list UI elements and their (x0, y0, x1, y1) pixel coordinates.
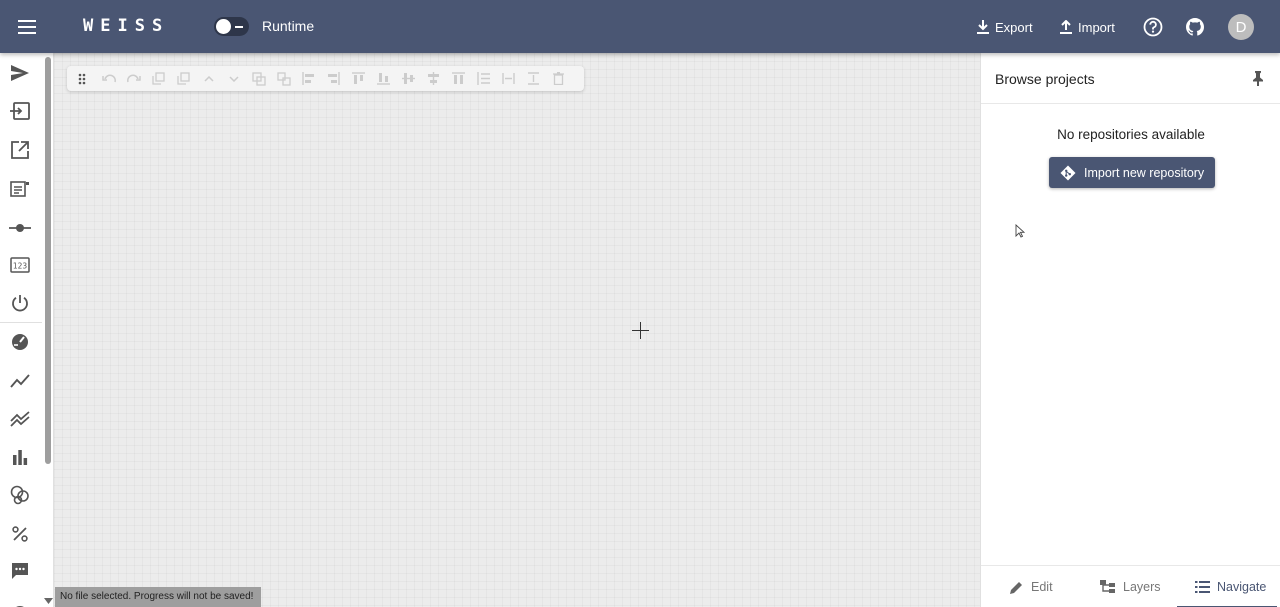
menu-icon[interactable] (14, 14, 40, 40)
more-widget-icon[interactable] (8, 597, 32, 607)
align-center-horizontal-icon[interactable] (401, 71, 416, 86)
distribute-horizontal-icon[interactable] (451, 71, 466, 86)
gauge-icon[interactable] (8, 330, 32, 354)
undo-icon[interactable] (101, 71, 116, 86)
export-button[interactable]: Export (977, 15, 1033, 39)
open-in-new-icon[interactable] (8, 138, 32, 162)
tab-layers-label: Layers (1123, 580, 1161, 594)
copy-icon[interactable] (151, 71, 166, 86)
download-icon (977, 20, 989, 34)
user-avatar[interactable]: D (1228, 14, 1254, 40)
sidebar-divider (0, 322, 42, 323)
pin-icon[interactable] (1249, 69, 1267, 87)
svg-text:123: 123 (13, 262, 28, 271)
multi-line-chart-icon[interactable] (8, 407, 32, 431)
panel-tabs: Edit Layers Navigate (981, 565, 1280, 607)
chevron-up-icon[interactable] (201, 71, 216, 86)
tab-edit-label: Edit (1031, 580, 1053, 594)
canvas-toolbar (67, 66, 584, 91)
paste-icon[interactable] (176, 71, 191, 86)
upload-icon (1060, 20, 1072, 34)
empty-state-text: No repositories available (1057, 127, 1205, 142)
import-label: Import (1078, 19, 1115, 35)
input-icon[interactable] (8, 99, 32, 123)
list-icon (1195, 581, 1210, 593)
align-bottom-icon[interactable] (376, 71, 391, 86)
app-logo: WEISS (83, 16, 170, 36)
panel-title: Browse projects (995, 71, 1095, 87)
form-icon[interactable] (8, 177, 32, 201)
tab-navigate[interactable]: Navigate (1177, 566, 1277, 607)
editor-canvas[interactable]: No file selected. Progress will not be s… (54, 53, 980, 607)
percent-icon[interactable] (8, 522, 32, 546)
projects-panel: Browse projects No repositories availabl… (980, 53, 1280, 607)
help-icon[interactable] (1141, 15, 1165, 39)
layers-tree-icon (1100, 580, 1115, 593)
delete-icon[interactable] (551, 71, 566, 86)
align-top-icon[interactable] (351, 71, 366, 86)
toggle-off-indicator (235, 26, 243, 28)
ungroup-icon[interactable] (276, 71, 291, 86)
tab-navigate-label: Navigate (1217, 580, 1267, 594)
mouse-pointer-icon (1015, 224, 1025, 238)
widget-sidebar: 123 (0, 53, 54, 607)
message-icon[interactable] (8, 559, 32, 583)
pencil-icon (1010, 581, 1022, 594)
expand-width-icon[interactable] (501, 71, 516, 86)
slider-icon[interactable] (8, 216, 32, 240)
import-button[interactable]: Import (1060, 15, 1115, 39)
import-repository-label: Import new repository (1084, 165, 1205, 180)
chevron-down-icon[interactable] (226, 71, 241, 86)
bar-chart-icon[interactable] (8, 445, 32, 469)
expand-height-icon[interactable] (526, 71, 541, 86)
github-icon[interactable] (1183, 15, 1207, 39)
import-repository-button[interactable]: Import new repository (1049, 157, 1215, 188)
numeric-input-icon[interactable]: 123 (8, 253, 32, 277)
redo-icon[interactable] (126, 71, 141, 86)
line-chart-icon[interactable] (8, 369, 32, 393)
git-icon (1060, 165, 1076, 180)
bubbles-icon[interactable] (8, 483, 32, 507)
distribute-vertical-icon[interactable] (476, 71, 491, 86)
toggle-knob (216, 19, 231, 34)
export-label: Export (995, 19, 1033, 35)
power-icon[interactable] (8, 291, 32, 315)
crosshair-cursor-icon (632, 322, 649, 339)
panel-header: Browse projects (981, 53, 1280, 104)
align-right-icon[interactable] (326, 71, 341, 86)
runtime-label: Runtime (262, 18, 315, 34)
align-center-vertical-icon[interactable] (426, 71, 441, 86)
tab-edit[interactable]: Edit (1009, 566, 1053, 607)
runtime-toggle[interactable] (214, 17, 249, 36)
scroll-down-arrow-icon[interactable] (42, 596, 53, 606)
sidebar-scrollbar[interactable] (45, 57, 51, 464)
send-icon[interactable] (8, 61, 32, 85)
drag-handle-icon[interactable] (74, 71, 89, 86)
status-message: No file selected. Progress will not be s… (55, 587, 261, 607)
group-icon[interactable] (251, 71, 266, 86)
tab-layers[interactable]: Layers (1100, 566, 1161, 607)
app-header: WEISS Runtime Export Import D (0, 0, 1280, 53)
align-left-icon[interactable] (301, 71, 316, 86)
